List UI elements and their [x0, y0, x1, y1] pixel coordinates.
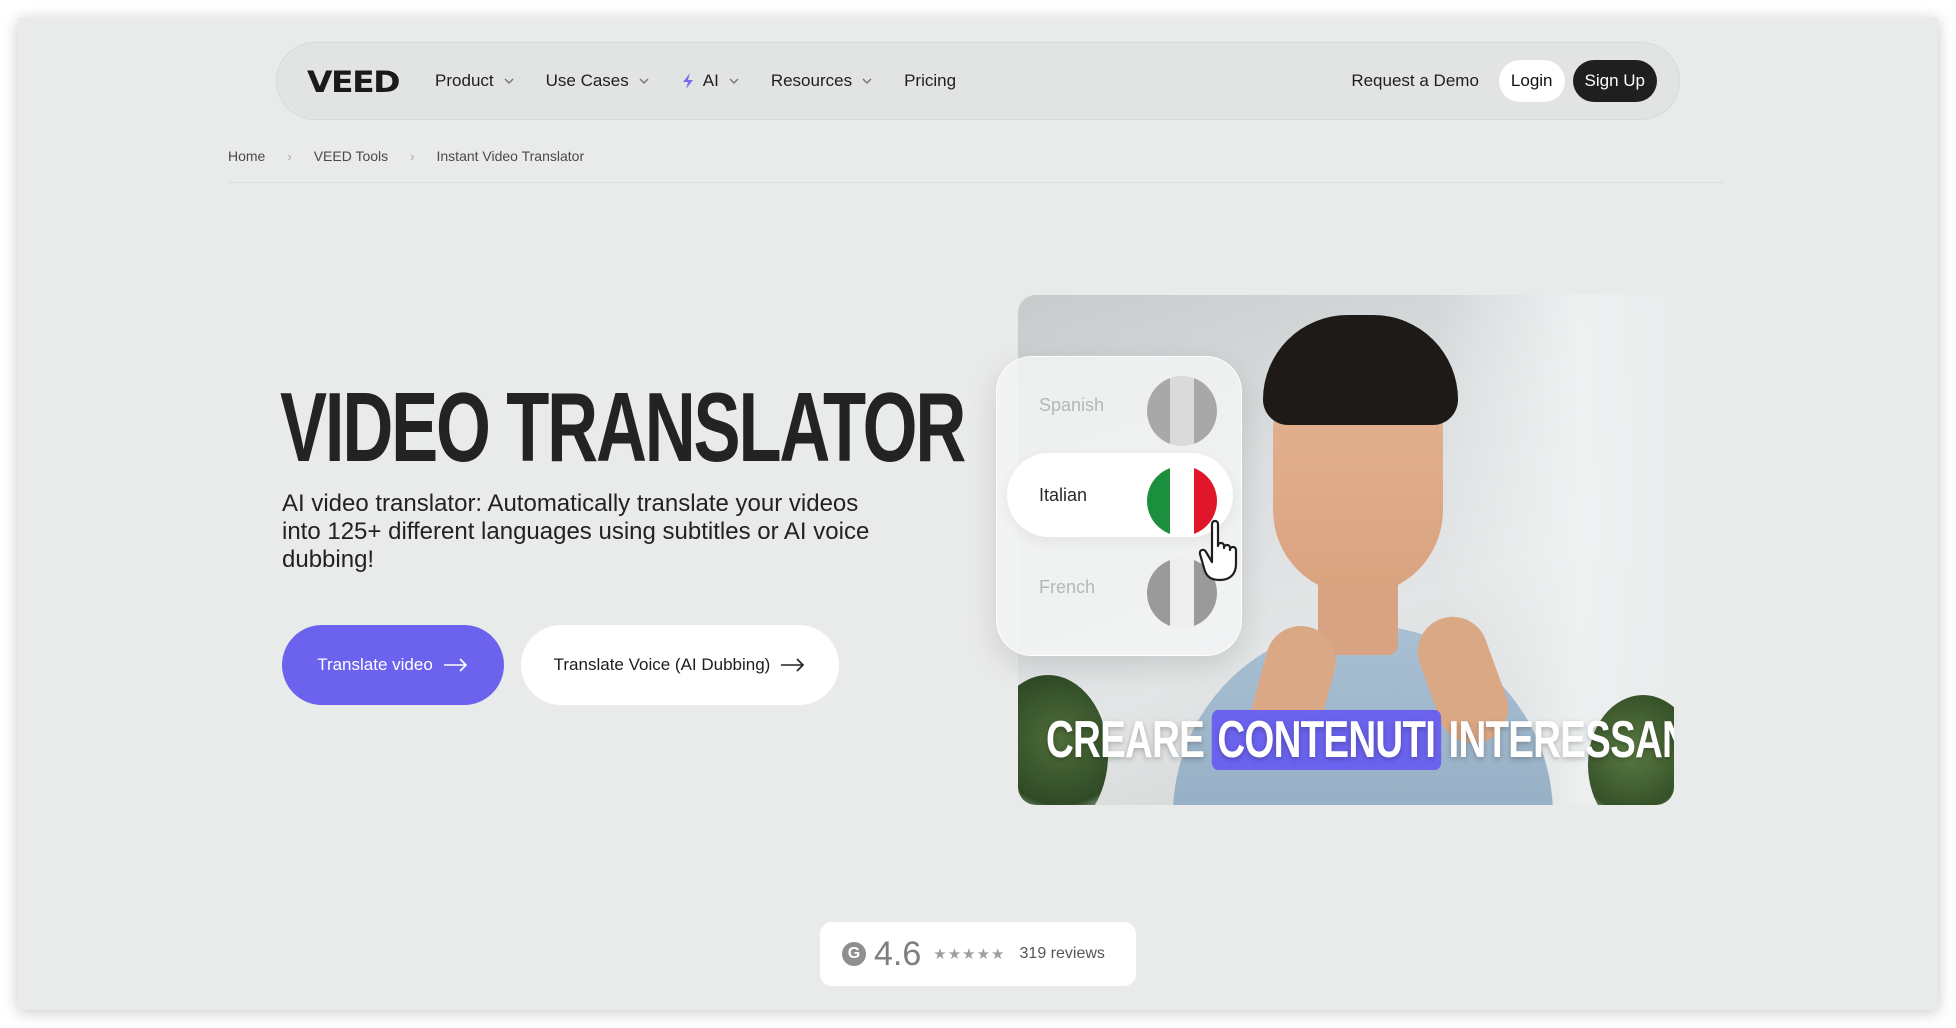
language-label: Spanish — [1039, 394, 1105, 415]
caption-word: INTERESSANTI — [1448, 711, 1674, 769]
nav-item-label: Resources — [770, 71, 853, 90]
g2-icon: G — [842, 942, 866, 966]
pointer-hand-icon — [1198, 519, 1238, 582]
chevron-down-icon — [639, 78, 649, 85]
translate-video-button[interactable]: Translate video — [282, 625, 504, 705]
page-title: VIDEO TRANSLATOR — [280, 372, 966, 482]
review-count: 319 reviews — [1019, 945, 1105, 962]
nav-item-ai[interactable]: AI — [681, 71, 741, 91]
presenter-hair — [1263, 315, 1458, 425]
login-button[interactable]: Login — [1498, 60, 1565, 102]
chevron-down-icon — [504, 78, 514, 85]
nav-item-label: Pricing — [904, 71, 957, 90]
rating-badge[interactable]: G 4.6 ★★★★★ 319 reviews — [820, 922, 1136, 986]
nav-item-label: AI — [702, 71, 719, 90]
request-demo-link[interactable]: Request a Demo — [1351, 71, 1479, 91]
arrow-right-icon — [781, 658, 805, 672]
spain-flag-icon — [1147, 376, 1217, 446]
arrow-right-icon — [443, 658, 467, 672]
button-label: Translate Voice (AI Dubbing) — [553, 655, 771, 674]
nav-item-product[interactable]: Product — [435, 71, 516, 91]
translate-voice-button[interactable]: Translate Voice (AI Dubbing) — [521, 625, 839, 705]
language-label: French — [1039, 576, 1096, 597]
signup-button[interactable]: Sign Up — [1572, 60, 1657, 102]
bolt-icon — [682, 73, 693, 89]
language-picker: Spanish Italian French — [996, 356, 1242, 656]
veed-logo[interactable]: VEED — [307, 63, 401, 98]
button-label: Translate video — [317, 655, 433, 674]
caption-word: CREARE — [1046, 711, 1205, 769]
breadcrumb-current: Instant Video Translator — [436, 148, 585, 164]
subtitle-caption: CREARE CONTENUTI INTERESSANTI — [1046, 710, 1674, 770]
page-frame: VEED Product Use Cases AI Resources Pric… — [18, 18, 1938, 1010]
breadcrumb-home[interactable]: Home — [228, 148, 265, 164]
chevron-right-icon: › — [287, 148, 292, 164]
breadcrumb-veed-tools[interactable]: VEED Tools — [314, 148, 388, 164]
chevron-down-icon — [862, 78, 872, 85]
nav-item-pricing[interactable]: Pricing — [904, 71, 956, 91]
top-navbar: VEED Product Use Cases AI Resources Pric… — [276, 42, 1680, 120]
nav-item-label: Use Cases — [545, 71, 629, 90]
nav-item-label: Product — [435, 71, 494, 90]
nav-item-resources[interactable]: Resources — [771, 71, 874, 91]
star-rating-icon: ★★★★★ — [933, 946, 1006, 963]
language-option-spanish[interactable]: Spanish — [1007, 363, 1233, 447]
nav-item-use-cases[interactable]: Use Cases — [546, 71, 651, 91]
breadcrumb-divider — [228, 182, 1724, 183]
breadcrumb: Home › VEED Tools › Instant Video Transl… — [228, 148, 1728, 164]
language-label: Italian — [1039, 484, 1088, 505]
caption-highlight-word: CONTENUTI — [1211, 710, 1442, 770]
hero-subtitle: AI video translator: Automatically trans… — [282, 490, 870, 573]
chevron-right-icon: › — [410, 148, 415, 164]
chevron-down-icon — [729, 78, 739, 85]
rating-score: 4.6 — [874, 934, 922, 973]
